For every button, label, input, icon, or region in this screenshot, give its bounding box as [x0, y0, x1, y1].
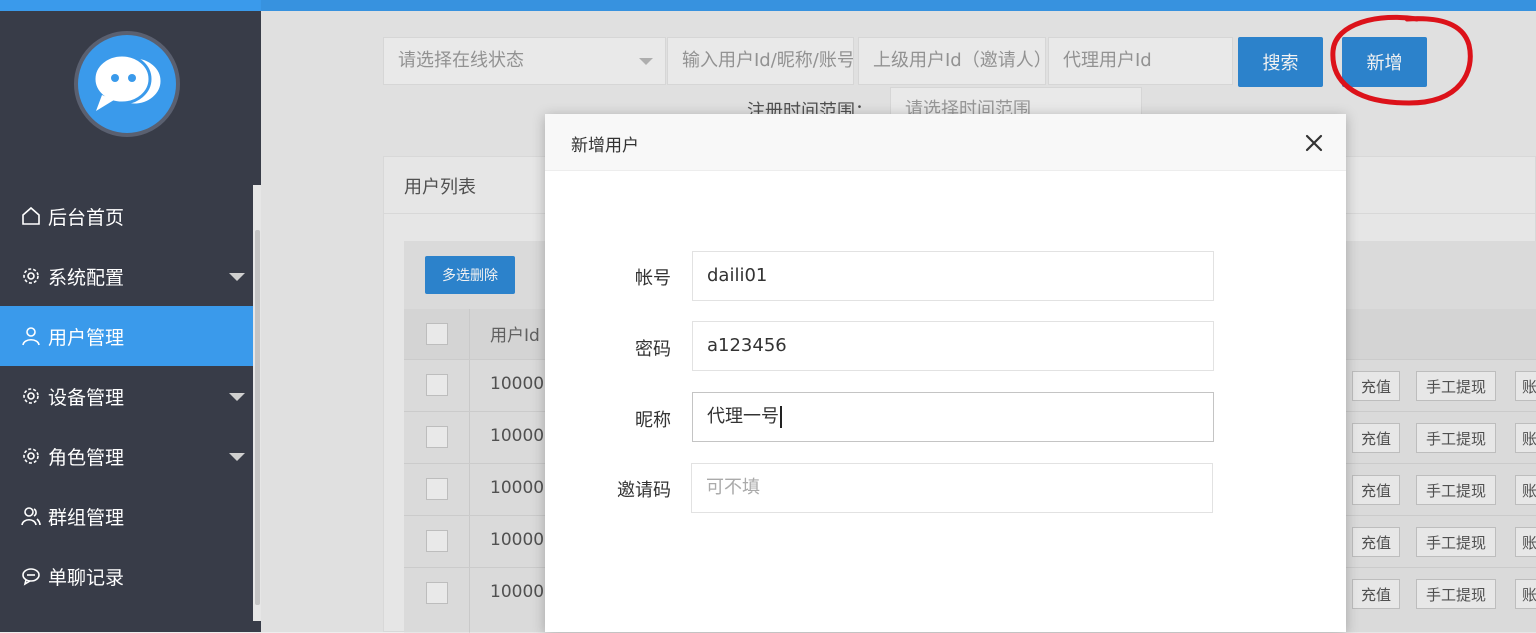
app-logo: [74, 31, 180, 137]
nickname-label: 昵称: [635, 410, 671, 431]
invite-code-label: 邀请码: [617, 480, 671, 501]
sidebar-item-label: 后台首页: [48, 206, 125, 229]
sidebar-item-label: 角色管理: [48, 446, 125, 469]
group-icon: [20, 505, 42, 527]
add-user-dialog: 新增用户 帐号 daili01 密码 a123456 昵称 代理一号 邀请码 可…: [545, 114, 1346, 632]
sidebar-item-group-management[interactable]: 群组管理: [0, 486, 253, 546]
sidebar-item-label: 群组管理: [48, 506, 125, 529]
sidebar-item-device-management[interactable]: 设备管理: [0, 366, 253, 426]
account-label: 帐号: [635, 268, 671, 289]
nickname-value: 代理一号: [707, 406, 779, 427]
sidebar-item-label: 设备管理: [48, 386, 125, 409]
invite-code-field[interactable]: 可不填: [691, 463, 1213, 513]
gear-icon: [20, 385, 42, 407]
chevron-down-icon: [229, 273, 245, 281]
chevron-down-icon: [229, 453, 245, 461]
gear-icon: [20, 445, 42, 467]
sidebar-item-chat-records[interactable]: 单聊记录: [0, 546, 253, 606]
gear-icon: [20, 265, 42, 287]
home-icon: [20, 205, 42, 227]
text-cursor: [780, 406, 782, 428]
account-field[interactable]: daili01: [692, 251, 1214, 301]
password-field[interactable]: a123456: [692, 321, 1214, 371]
sidebar-nav: 后台首页 系统配置 用户管理 设备管理 角色管理 群组管理 单聊记录: [0, 186, 253, 606]
user-icon: [20, 325, 42, 347]
chat-icon: [20, 565, 42, 587]
sidebar-item-label: 单聊记录: [48, 566, 125, 589]
sidebar-item-label: 系统配置: [48, 266, 125, 289]
close-icon[interactable]: [1303, 132, 1325, 154]
chat-bubble-logo-icon: [92, 53, 164, 111]
sidebar-item-role-management[interactable]: 角色管理: [0, 426, 253, 486]
nickname-field[interactable]: 代理一号: [692, 392, 1214, 442]
password-label: 密码: [635, 339, 671, 360]
sidebar-scrollbar-thumb[interactable]: [255, 230, 260, 605]
sidebar-item-dashboard[interactable]: 后台首页: [0, 186, 253, 246]
dialog-title: 新增用户: [571, 136, 639, 156]
sidebar-item-label: 用户管理: [48, 326, 125, 349]
chevron-down-icon: [229, 393, 245, 401]
dialog-header: 新增用户: [545, 114, 1346, 171]
sidebar-item-system-config[interactable]: 系统配置: [0, 246, 253, 306]
sidebar-item-user-management[interactable]: 用户管理: [0, 306, 253, 366]
